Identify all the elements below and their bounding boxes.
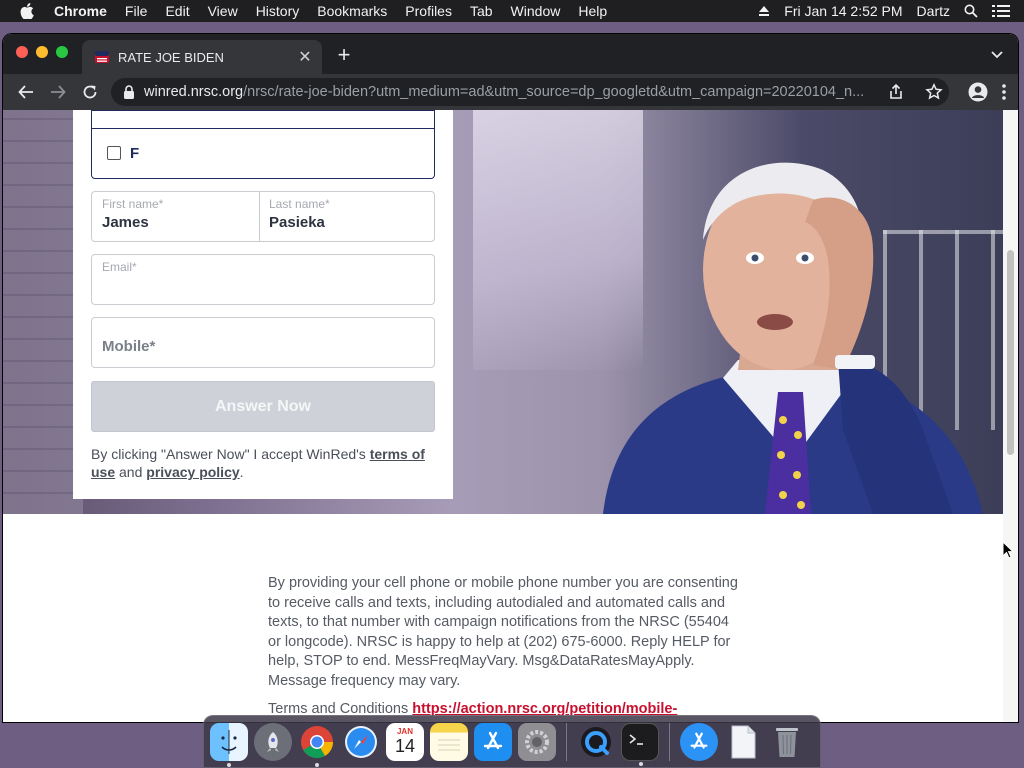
menu-tab[interactable]: Tab — [470, 3, 493, 19]
menu-profiles[interactable]: Profiles — [405, 3, 452, 19]
consent-and: and — [119, 464, 143, 480]
tab-title: RATE JOE BIDEN — [118, 49, 224, 65]
answer-now-button[interactable]: Answer Now — [91, 381, 435, 432]
last-name-input[interactable]: Pasieka — [269, 214, 325, 231]
option-f-checkbox[interactable] — [107, 146, 121, 160]
url-path: /nrsc/rate-joe-biden?utm_medium=ad&utm_s… — [243, 84, 865, 100]
launchpad-icon[interactable] — [254, 722, 292, 761]
macos-dock: JAN 14 — [203, 715, 821, 768]
trash-icon[interactable] — [768, 723, 806, 761]
zoom-window-button[interactable] — [56, 46, 68, 58]
calendar-day: 14 — [394, 736, 416, 756]
profile-avatar-icon[interactable] — [968, 82, 988, 102]
mouse-cursor-icon — [1002, 541, 1014, 559]
quicktime-icon[interactable] — [577, 723, 615, 761]
app-store-folder-icon[interactable] — [680, 722, 718, 761]
email-label: Email* — [102, 260, 137, 274]
address-bar[interactable]: winred.nrsc.org/nrsc/rate-joe-biden?utm_… — [111, 78, 949, 106]
close-window-button[interactable] — [16, 46, 28, 58]
app-store-icon[interactable] — [474, 722, 512, 761]
first-name-label: First name* — [102, 197, 164, 211]
privacy-policy-link[interactable]: privacy policy — [146, 464, 239, 480]
control-center-icon[interactable] — [992, 4, 1010, 18]
reload-icon[interactable] — [79, 81, 101, 103]
calendar-icon[interactable]: JAN 14 — [386, 722, 424, 761]
safari-icon[interactable] — [342, 723, 380, 761]
notes-icon[interactable] — [430, 722, 468, 761]
page-scrollbar[interactable] — [1003, 110, 1018, 722]
menubar-clock[interactable]: Fri Jan 14 2:52 PM — [784, 3, 902, 19]
chrome-icon[interactable] — [298, 723, 336, 767]
menu-history[interactable]: History — [256, 3, 300, 19]
last-name-label: Last name* — [269, 197, 330, 211]
menu-view[interactable]: View — [208, 3, 238, 19]
tab-rate-joe-biden[interactable]: RATE JOE BIDEN ✕ — [82, 40, 322, 74]
browser-window: RATE JOE BIDEN ✕ + winred.nrsc.org/nrsc/… — [3, 34, 1018, 722]
option-divider — [92, 128, 434, 129]
email-field[interactable]: Email* — [91, 254, 435, 305]
back-arrow-icon[interactable] — [15, 81, 37, 103]
menu-file[interactable]: File — [125, 3, 148, 19]
tab-close-icon[interactable]: ✕ — [296, 48, 314, 66]
consent-text: By clicking "Answer Now" I accept WinRed… — [91, 445, 431, 481]
menu-app-name[interactable]: Chrome — [54, 3, 107, 19]
more-menu-icon[interactable] — [1002, 84, 1006, 100]
bookmark-star-icon[interactable] — [925, 83, 943, 101]
finder-running-dot — [227, 762, 231, 767]
minimize-window-button[interactable] — [36, 46, 48, 58]
window-controls — [16, 46, 76, 58]
tab-search-chevron-icon[interactable] — [990, 47, 1004, 61]
url-domain: winred.nrsc.org — [144, 84, 244, 100]
system-preferences-icon[interactable] — [518, 722, 556, 761]
chrome-running-dot — [315, 762, 319, 767]
menubar-user[interactable]: Dartz — [917, 3, 950, 19]
scrollbar-thumb[interactable] — [1007, 250, 1014, 455]
first-name-input[interactable]: James — [102, 214, 149, 231]
forward-arrow-icon[interactable] — [47, 81, 69, 103]
apple-icon[interactable] — [20, 0, 38, 22]
eject-icon[interactable] — [758, 5, 770, 17]
page-viewport[interactable]: F First name* James Last name* Pasieka E… — [3, 110, 1018, 722]
tab-bar: RATE JOE BIDEN ✕ + — [3, 34, 1018, 74]
hero-wall-stripes — [3, 110, 83, 514]
toolbar-right-actions — [954, 82, 1006, 102]
consent-period: . — [239, 464, 244, 480]
winred-favicon-icon — [95, 51, 109, 63]
share-icon[interactable] — [887, 83, 905, 101]
finder-icon[interactable] — [210, 722, 248, 767]
calendar-month: JAN — [396, 727, 413, 736]
macos-menu-bar: Chrome File Edit View History Bookmarks … — [0, 0, 1024, 22]
consent-prefix: By clicking "Answer Now" I accept WinRed… — [91, 446, 366, 462]
biden-photo-illustration — [603, 162, 983, 514]
new-tab-icon[interactable]: + — [333, 42, 355, 67]
petition-form-card: F First name* James Last name* Pasieka E… — [73, 110, 453, 499]
menu-window[interactable]: Window — [511, 3, 561, 19]
mobile-field[interactable]: Mobile* — [91, 317, 435, 368]
name-field-divider — [259, 192, 260, 241]
option-f-label[interactable]: F — [130, 145, 139, 162]
documents-folder-icon[interactable] — [724, 723, 762, 761]
dock-separator-2 — [669, 722, 670, 761]
menubar-status-area: Fri Jan 14 2:52 PM Dartz — [758, 0, 1024, 22]
terminal-running-dot — [639, 761, 643, 766]
mobile-placeholder: Mobile* — [102, 338, 156, 355]
name-fields-row: First name* James Last name* Pasieka — [91, 191, 435, 242]
dock-separator — [566, 722, 567, 761]
lock-icon[interactable] — [123, 85, 135, 99]
menu-help[interactable]: Help — [578, 3, 607, 19]
terminal-icon[interactable] — [621, 722, 659, 766]
spotlight-search-icon[interactable] — [964, 4, 978, 18]
answer-option-group: F — [91, 110, 435, 179]
sms-disclaimer-text: By providing your cell phone or mobile p… — [268, 575, 738, 689]
menu-edit[interactable]: Edit — [165, 3, 189, 19]
browser-toolbar: winred.nrsc.org/nrsc/rate-joe-biden?utm_… — [3, 74, 1018, 110]
menu-bookmarks[interactable]: Bookmarks — [317, 3, 387, 19]
